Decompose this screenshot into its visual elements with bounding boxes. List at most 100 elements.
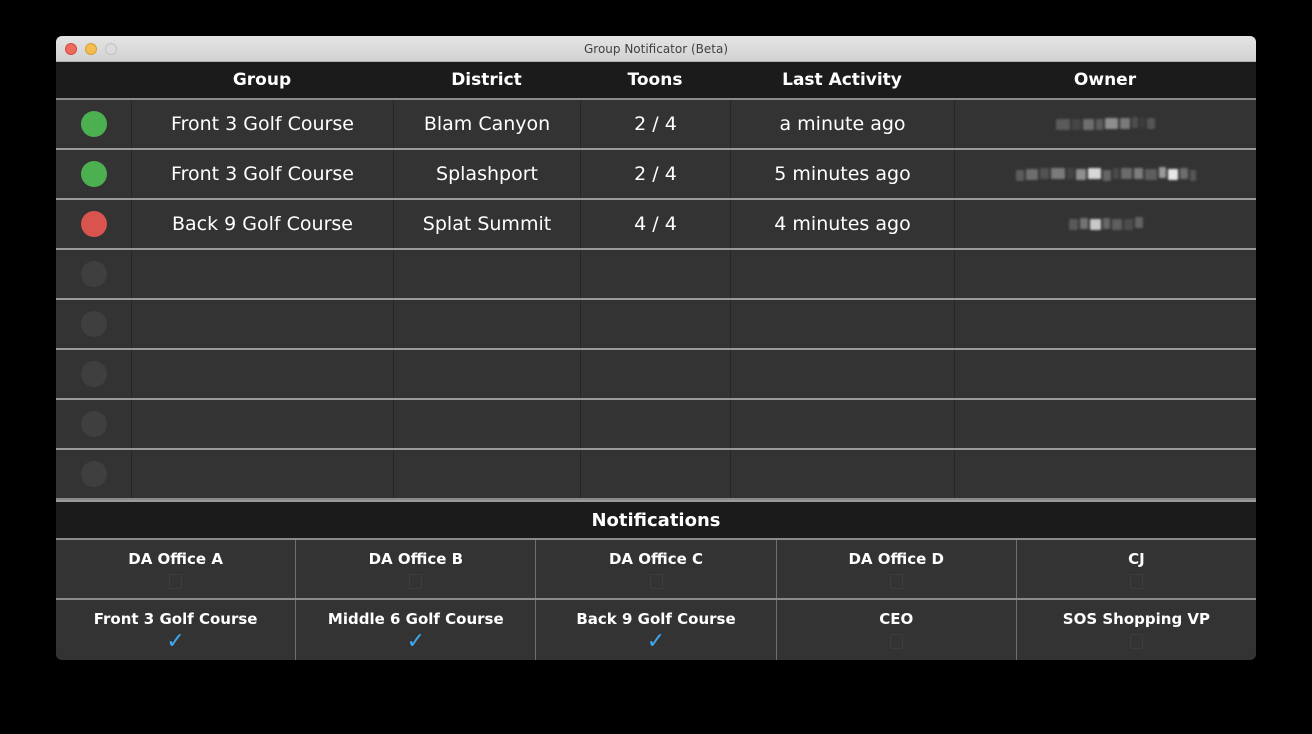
- table-row[interactable]: Back 9 Golf Course Splat Summit 4 / 44 min…: [56, 200, 1256, 250]
- redaction-block: [1076, 169, 1086, 180]
- redaction-block: [1051, 168, 1065, 179]
- owner-cell: [954, 250, 1256, 298]
- notification-label: DA Office C: [609, 550, 703, 568]
- groups-table: Group District Toons Last Activity Owner…: [56, 62, 1256, 500]
- notification-toggle[interactable]: Back 9 Golf Course ✓: [535, 600, 775, 660]
- redaction-block: [1103, 218, 1110, 229]
- last-activity-cell: 5 minutes ago: [730, 150, 954, 198]
- notification-toggle[interactable]: DA Office D: [776, 540, 1016, 598]
- status-cell: [56, 150, 131, 198]
- status-dot-empty: [81, 261, 107, 287]
- status-cell: [56, 350, 131, 398]
- table-row[interactable]: Front 3 Golf Course Splashport 2 / 45 minu…: [56, 150, 1256, 200]
- notification-toggle[interactable]: Front 3 Golf Course ✓: [56, 600, 295, 660]
- notification-label: Middle 6 Golf Course: [328, 610, 504, 628]
- notification-label: Back 9 Golf Course: [576, 610, 735, 628]
- toons-cell: [580, 400, 730, 448]
- checkbox-unchecked[interactable]: [409, 574, 422, 589]
- redaction-block: [1124, 219, 1133, 230]
- notification-toggle[interactable]: CJ: [1016, 540, 1256, 598]
- redaction-block: [1190, 170, 1196, 181]
- checkbox-unchecked[interactable]: [169, 574, 182, 589]
- table-row[interactable]: [56, 450, 1256, 500]
- table-row[interactable]: [56, 400, 1256, 450]
- toons-cell: [580, 250, 730, 298]
- column-header-district[interactable]: District: [393, 70, 580, 90]
- redaction-block: [1083, 119, 1094, 130]
- table-row[interactable]: [56, 350, 1256, 400]
- last-activity-cell: [730, 250, 954, 298]
- district-cell: [393, 250, 580, 298]
- redaction-block: [1145, 169, 1157, 180]
- status-dot-full: [81, 211, 107, 237]
- owner-redacted: [1016, 150, 1196, 198]
- redaction-block: [1069, 219, 1078, 230]
- owner-cell: [954, 100, 1256, 148]
- status-cell: [56, 100, 131, 148]
- redaction-block: [1168, 169, 1178, 180]
- table-row[interactable]: Front 3 Golf Course Blam Canyon 2 / 4a min…: [56, 100, 1256, 150]
- last-activity-cell: 4 minutes ago: [730, 200, 954, 248]
- status-dot-empty: [81, 361, 107, 387]
- redaction-block: [1056, 119, 1070, 130]
- notification-toggle[interactable]: DA Office B: [295, 540, 535, 598]
- checkbox-unchecked[interactable]: [890, 634, 903, 649]
- status-cell: [56, 250, 131, 298]
- checkbox-unchecked[interactable]: [1130, 574, 1143, 589]
- checkbox-unchecked[interactable]: [650, 574, 663, 589]
- notification-label: Front 3 Golf Course: [94, 610, 258, 628]
- minimize-button[interactable]: [85, 43, 97, 55]
- notification-toggle[interactable]: Middle 6 Golf Course ✓: [295, 600, 535, 660]
- redaction-block: [1140, 117, 1145, 128]
- last-activity-cell: [730, 300, 954, 348]
- checkmark-icon[interactable]: ✓: [647, 634, 665, 650]
- redaction-block: [1113, 168, 1119, 179]
- status-cell: [56, 400, 131, 448]
- notification-toggle[interactable]: DA Office A: [56, 540, 295, 598]
- toons-cell: [580, 350, 730, 398]
- column-header-group[interactable]: Group: [131, 70, 393, 90]
- last-activity-cell: [730, 450, 954, 498]
- redaction-block: [1103, 170, 1111, 181]
- status-cell: [56, 200, 131, 248]
- checkmark-icon[interactable]: ✓: [166, 634, 184, 650]
- notification-toggle[interactable]: DA Office C: [535, 540, 775, 598]
- redaction-block: [1121, 168, 1132, 179]
- column-header-toons[interactable]: Toons: [580, 70, 730, 90]
- column-header-owner[interactable]: Owner: [954, 70, 1256, 90]
- close-button[interactable]: [65, 43, 77, 55]
- status-cell: [56, 450, 131, 498]
- toons-cell: 2 / 4: [580, 100, 730, 148]
- notification-toggle[interactable]: CEO: [776, 600, 1016, 660]
- district-cell: Splat Summit: [393, 200, 580, 248]
- table-row[interactable]: [56, 300, 1256, 350]
- title-bar[interactable]: Group Notificator (Beta): [56, 36, 1256, 62]
- owner-cell: [954, 150, 1256, 198]
- redaction-block: [1080, 218, 1088, 229]
- redaction-block: [1090, 219, 1101, 230]
- checkbox-unchecked[interactable]: [1130, 634, 1143, 649]
- district-cell: Blam Canyon: [393, 100, 580, 148]
- redaction-block: [1067, 168, 1074, 179]
- checkmark-icon[interactable]: ✓: [407, 634, 425, 650]
- notifications-row-bosses: Front 3 Golf Course ✓ Middle 6 Golf Course…: [56, 600, 1256, 660]
- redaction-block: [1120, 118, 1130, 129]
- group-cell: [131, 300, 393, 348]
- group-cell: [131, 350, 393, 398]
- notification-label: CEO: [879, 610, 913, 628]
- notification-toggle[interactable]: SOS Shopping VP: [1016, 600, 1256, 660]
- district-cell: [393, 450, 580, 498]
- column-header-last-activity[interactable]: Last Activity: [730, 70, 954, 90]
- status-dot-online: [81, 111, 107, 137]
- table-row[interactable]: [56, 250, 1256, 300]
- window-controls: [65, 43, 117, 55]
- status-cell: [56, 300, 131, 348]
- owner-redacted: [1056, 100, 1155, 148]
- toons-cell: 2 / 4: [580, 150, 730, 198]
- redaction-block: [1180, 168, 1188, 179]
- group-cell: [131, 250, 393, 298]
- owner-cell: [954, 350, 1256, 398]
- maximize-button[interactable]: [105, 43, 117, 55]
- checkbox-unchecked[interactable]: [890, 574, 903, 589]
- notification-label: CJ: [1128, 550, 1145, 568]
